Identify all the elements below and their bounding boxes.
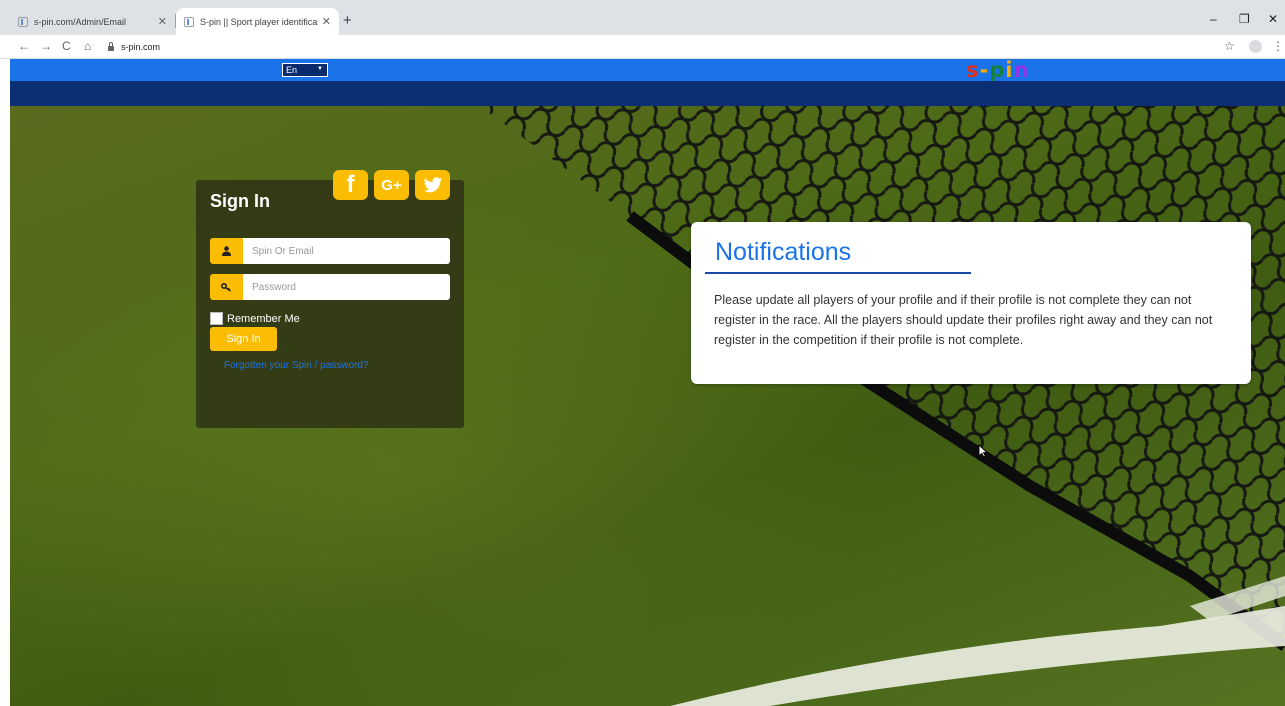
logo-letter: n	[1013, 58, 1030, 82]
signin-title: Sign In	[210, 191, 270, 211]
tab-title: s-pin.com/Admin/Email	[34, 16, 127, 27]
tab-title: S-pin || Sport player identificatio	[200, 16, 318, 27]
restore-window-icon[interactable]: ❐	[1239, 12, 1250, 26]
twitter-bird-icon	[423, 176, 442, 192]
spin-or-email-input[interactable]	[243, 238, 450, 264]
site-top-bar	[10, 59, 1285, 81]
notifications-card: Notifications Please update all players …	[691, 222, 1251, 384]
home-icon[interactable]: ⌂	[84, 39, 91, 53]
language-select[interactable]: En ▼	[282, 63, 328, 77]
mouse-cursor-icon	[978, 444, 988, 458]
logo-letter: s	[966, 58, 980, 82]
language-value: En	[286, 65, 298, 75]
dropdown-caret-icon: ▼	[317, 66, 323, 72]
browser-tab-admin-email[interactable]: s-pin.com/Admin/Email ✕	[10, 8, 175, 35]
signin-panel: Sign In f G+ Remember Me Sign In Forgott…	[196, 170, 464, 428]
browser-menu-icon[interactable]: ⋮	[1272, 39, 1284, 53]
signin-button[interactable]: Sign In	[210, 327, 277, 351]
lock-icon	[108, 42, 114, 51]
logo-letter: p	[989, 58, 1006, 82]
reload-icon[interactable]: C	[62, 39, 71, 53]
remember-me-checkbox[interactable]	[210, 312, 223, 325]
notifications-title: Notifications	[715, 238, 852, 266]
tab-close-icon[interactable]: ✕	[158, 15, 167, 28]
notifications-divider	[705, 272, 971, 274]
window-left-margin	[0, 59, 10, 706]
back-arrow-icon[interactable]: ←	[18, 39, 30, 53]
forgot-password-link[interactable]: Forgotten your Spin / password?	[224, 360, 369, 371]
browser-tab-bar: s-pin.com/Admin/Email ✕ S-pin || Sport p…	[0, 0, 1285, 35]
bookmark-star-icon[interactable]: ☆	[1224, 39, 1235, 53]
profile-avatar-icon[interactable]	[1249, 40, 1262, 53]
page-favicon-icon	[184, 16, 194, 27]
remember-me-row[interactable]: Remember Me	[210, 312, 300, 325]
address-bar[interactable]: s-pin.com	[108, 38, 1208, 56]
browser-tab-spin-home[interactable]: S-pin || Sport player identificatio ✕	[176, 8, 339, 35]
minimize-window-icon[interactable]: –	[1210, 12, 1217, 26]
url-text: s-pin.com	[121, 42, 161, 52]
logo-letter: -	[979, 58, 990, 82]
user-icon	[210, 238, 243, 264]
remember-me-label: Remember Me	[227, 312, 300, 325]
new-tab-button[interactable]: +	[343, 13, 352, 28]
tab-close-icon[interactable]: ✕	[322, 15, 331, 28]
facebook-login-icon[interactable]: f	[333, 170, 368, 200]
site-logo[interactable]: s-pin	[966, 58, 1029, 82]
password-input[interactable]	[243, 274, 450, 300]
close-window-icon[interactable]: ✕	[1268, 12, 1278, 26]
browser-toolbar: ← → C ⌂ s-pin.com ☆ ⋮	[0, 35, 1285, 59]
twitter-login-icon[interactable]	[415, 170, 450, 200]
forward-arrow-icon[interactable]: →	[40, 39, 52, 53]
password-field-group	[210, 274, 450, 300]
key-icon	[210, 274, 243, 300]
google-plus-login-icon[interactable]: G+	[374, 170, 409, 200]
page-favicon-icon	[18, 16, 28, 27]
site-nav-bar	[10, 81, 1285, 106]
notifications-message: Please update all players of your profil…	[714, 293, 1213, 347]
username-field-group	[210, 238, 450, 264]
